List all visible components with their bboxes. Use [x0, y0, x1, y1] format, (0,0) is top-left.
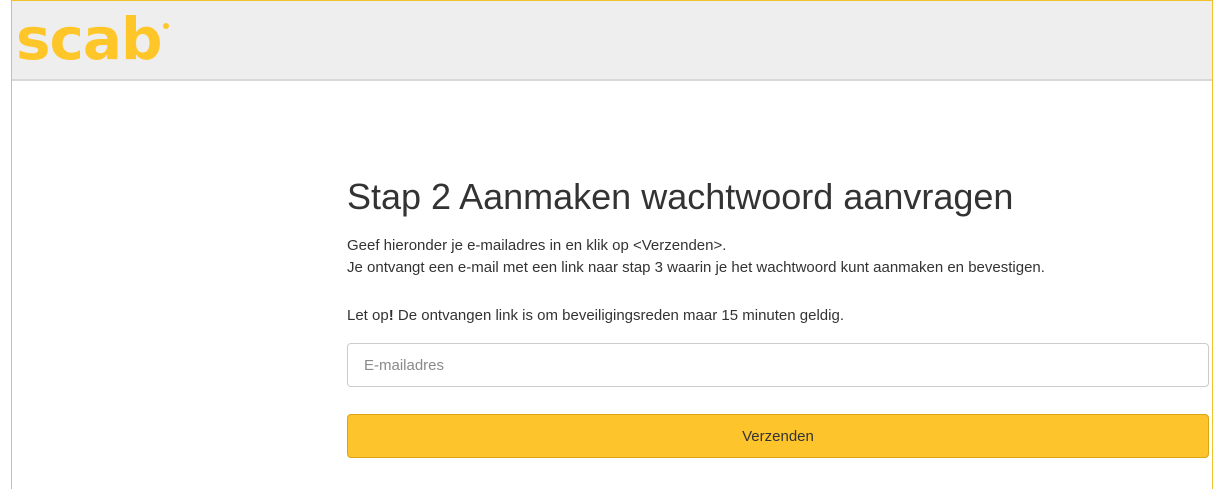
note-text: De ontvangen link is om beveiligingsrede… — [393, 307, 844, 324]
validity-note: Let op! De ontvangen link is om beveilig… — [347, 305, 1209, 327]
instructions: Geef hieronder je e-mailadres in en klik… — [347, 235, 1209, 279]
site-header: scab — [12, 1, 1212, 81]
logo-text: scab — [16, 5, 163, 73]
instruction-line-2: Je ontvangt een e-mail met een link naar… — [347, 259, 1045, 276]
note-prefix: Let op — [347, 307, 389, 324]
email-input[interactable] — [347, 343, 1209, 387]
page-title: Stap 2 Aanmaken wachtwoord aanvragen — [347, 176, 1014, 217]
submit-button[interactable]: Verzenden — [347, 414, 1209, 458]
password-request-form: Stap 2 Aanmaken wachtwoord aanvragen Gee… — [347, 169, 1209, 458]
scab-logo[interactable]: scab — [16, 3, 169, 75]
instruction-line-1: Geef hieronder je e-mailadres in en klik… — [347, 237, 727, 254]
page-frame: scab Stap 2 Aanmaken wachtwoord aanvrage… — [11, 0, 1213, 489]
logo-registered-dot-icon — [162, 23, 169, 29]
